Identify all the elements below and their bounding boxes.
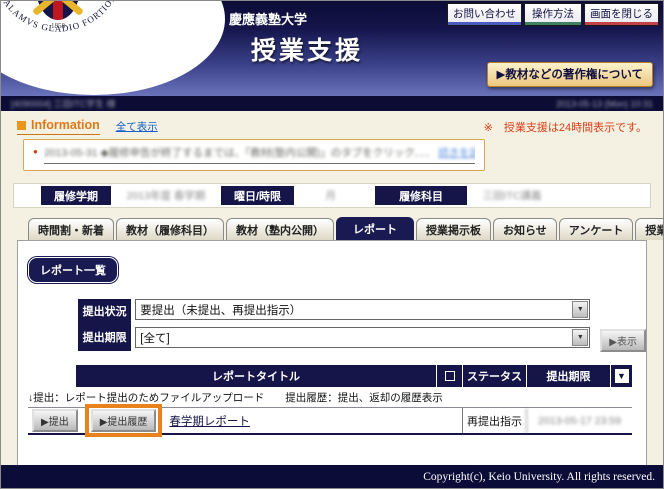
submission-status-label: 提出状況 [78, 299, 131, 325]
main-tabs: 時間割・新着 教材（履修科目） 教材（塾内公開） レポート 授業掲示板 お知らせ… [28, 217, 663, 240]
user-name-redacted: [4090004] 三田ITC学生 様 [11, 97, 116, 110]
tab-class-message[interactable]: 授業内メッセージ [635, 218, 664, 240]
highlight-annotation: ▶提出履歴 [85, 404, 163, 437]
dropdown-arrow-icon[interactable]: ▼ [572, 329, 588, 346]
close-window-button[interactable]: 画面を閉じる [584, 3, 659, 26]
close-accent-strip [585, 22, 658, 25]
tab-class-board[interactable]: 授業掲示板 [416, 218, 491, 240]
tab-materials-enrolled[interactable]: 教材（履修科目） [116, 218, 224, 240]
datetime-redacted: 2013-05-13 (Mon) 10:31 [556, 99, 653, 109]
row-status: 再提出指示 [462, 408, 526, 433]
select-all-checkbox[interactable] [445, 371, 455, 381]
information-header: Information 全て表示 ※ 授業支援は24時間表示です。 [17, 118, 647, 135]
bullet-icon: ● [33, 145, 38, 159]
row-deadline-redacted: 2013-05-17 23:59 [526, 408, 632, 433]
24h-note: ※ 授業支援は24時間表示です。 [484, 119, 647, 135]
submit-button[interactable]: ▶提出 [32, 409, 78, 432]
report-title-link[interactable]: 春学期レポート [169, 413, 250, 429]
notice-text-redacted: 2013-05-31 ◆履修申告が終了するまでは、「教材(塾内公開)」のタブをク… [44, 147, 435, 159]
report-panel: レポート一覧 提出状況 提出期限 要提出（未提出、再提出指示） ▼ [全て] ▼… [17, 240, 647, 470]
header-nav: お問い合わせ 操作方法 画面を閉じる [447, 3, 659, 26]
keio-logo: Keio University 1858 CALAMVS GLADIO FORT… [1, 1, 225, 95]
user-info-bar: [4090004] 三田ITC学生 様 2013-05-13 (Mon) 10:… [1, 96, 663, 111]
page-header: Keio University 1858 CALAMVS GLADIO FORT… [1, 1, 663, 96]
report-table: レポートタイトル ステータス 提出期限 ▼ ↓提出：レポート提出のためファイルア… [28, 365, 632, 435]
contact-accent-strip [448, 22, 521, 25]
app-title: 授業支援 [251, 31, 363, 67]
tab-timetable[interactable]: 時間割・新着 [28, 218, 114, 240]
sort-icon[interactable]: ▼ [615, 369, 629, 383]
col-status: ステータス [462, 365, 526, 387]
information-title: Information [31, 118, 100, 132]
course-value-redacted: 三田ITC講義 [467, 186, 557, 205]
col-deadline: 提出期限 [526, 365, 610, 387]
show-all-link[interactable]: 全て表示 [116, 119, 158, 134]
emblem-motto-arc: CALAMVS GLADIO FORTIOR [1, 1, 134, 35]
show-button[interactable]: ▶表示 [600, 329, 646, 352]
page-footer: Copyright(c), Keio University. All right… [1, 465, 663, 488]
course-label: 履修科目 [375, 186, 467, 205]
tab-survey[interactable]: アンケート [559, 218, 634, 240]
report-filter-form: 提出状況 提出期限 要提出（未提出、再提出指示） ▼ [全て] ▼ ▶表示 [78, 299, 646, 351]
notice-more-link[interactable]: 続きを読む [438, 147, 475, 159]
tab-report[interactable]: レポート [336, 217, 414, 240]
dropdown-arrow-icon[interactable]: ▼ [572, 301, 588, 318]
notice-box: ● 2013-05-31 ◆履修申告が終了するまでは、「教材(塾内公開)」のタブ… [23, 139, 485, 171]
help-button[interactable]: 操作方法 [524, 3, 582, 26]
material-copyright-button[interactable]: ▶教材などの著作権について [487, 62, 654, 87]
day-period-label: 曜日/時限 [221, 186, 294, 205]
submission-history-button[interactable]: ▶提出履歴 [91, 409, 157, 432]
application-window: Keio University 1858 CALAMVS GLADIO FORT… [0, 0, 664, 489]
semester-label: 履修学期 [41, 186, 111, 205]
submission-deadline-select[interactable]: [全て] ▼ [135, 327, 590, 348]
tab-news[interactable]: お知らせ [493, 218, 557, 240]
submission-deadline-label: 提出期限 [78, 325, 131, 351]
col-report-title: レポートタイトル [76, 365, 436, 387]
submission-status-select[interactable]: 要提出（未提出、再提出指示） ▼ [135, 299, 590, 320]
contact-button[interactable]: お問い合わせ [447, 3, 522, 26]
course-info-bar: 履修学期 2013年度 春学期 曜日/時限 月 履修科目 三田ITC講義 [13, 183, 651, 208]
copyright-text: Copyright(c), Keio University. All right… [423, 471, 655, 483]
university-name: 慶應義塾大学 [229, 9, 307, 28]
report-list-badge: レポート一覧 [28, 257, 118, 283]
help-accent-strip [525, 22, 581, 25]
day-period-value-redacted: 月 [294, 186, 367, 205]
report-table-header: レポートタイトル ステータス 提出期限 ▼ [28, 365, 632, 387]
semester-value-redacted: 2013年度 春学期 [111, 186, 221, 205]
information-icon [17, 121, 26, 130]
report-row: ▶提出 ▶提出履歴 春学期レポート 再提出指示 2013-05-17 23:59 [28, 408, 632, 435]
tab-materials-public[interactable]: 教材（塾内公開） [226, 218, 334, 240]
svg-text:CALAMVS GLADIO FORTIOR: CALAMVS GLADIO FORTIOR [1, 1, 118, 34]
